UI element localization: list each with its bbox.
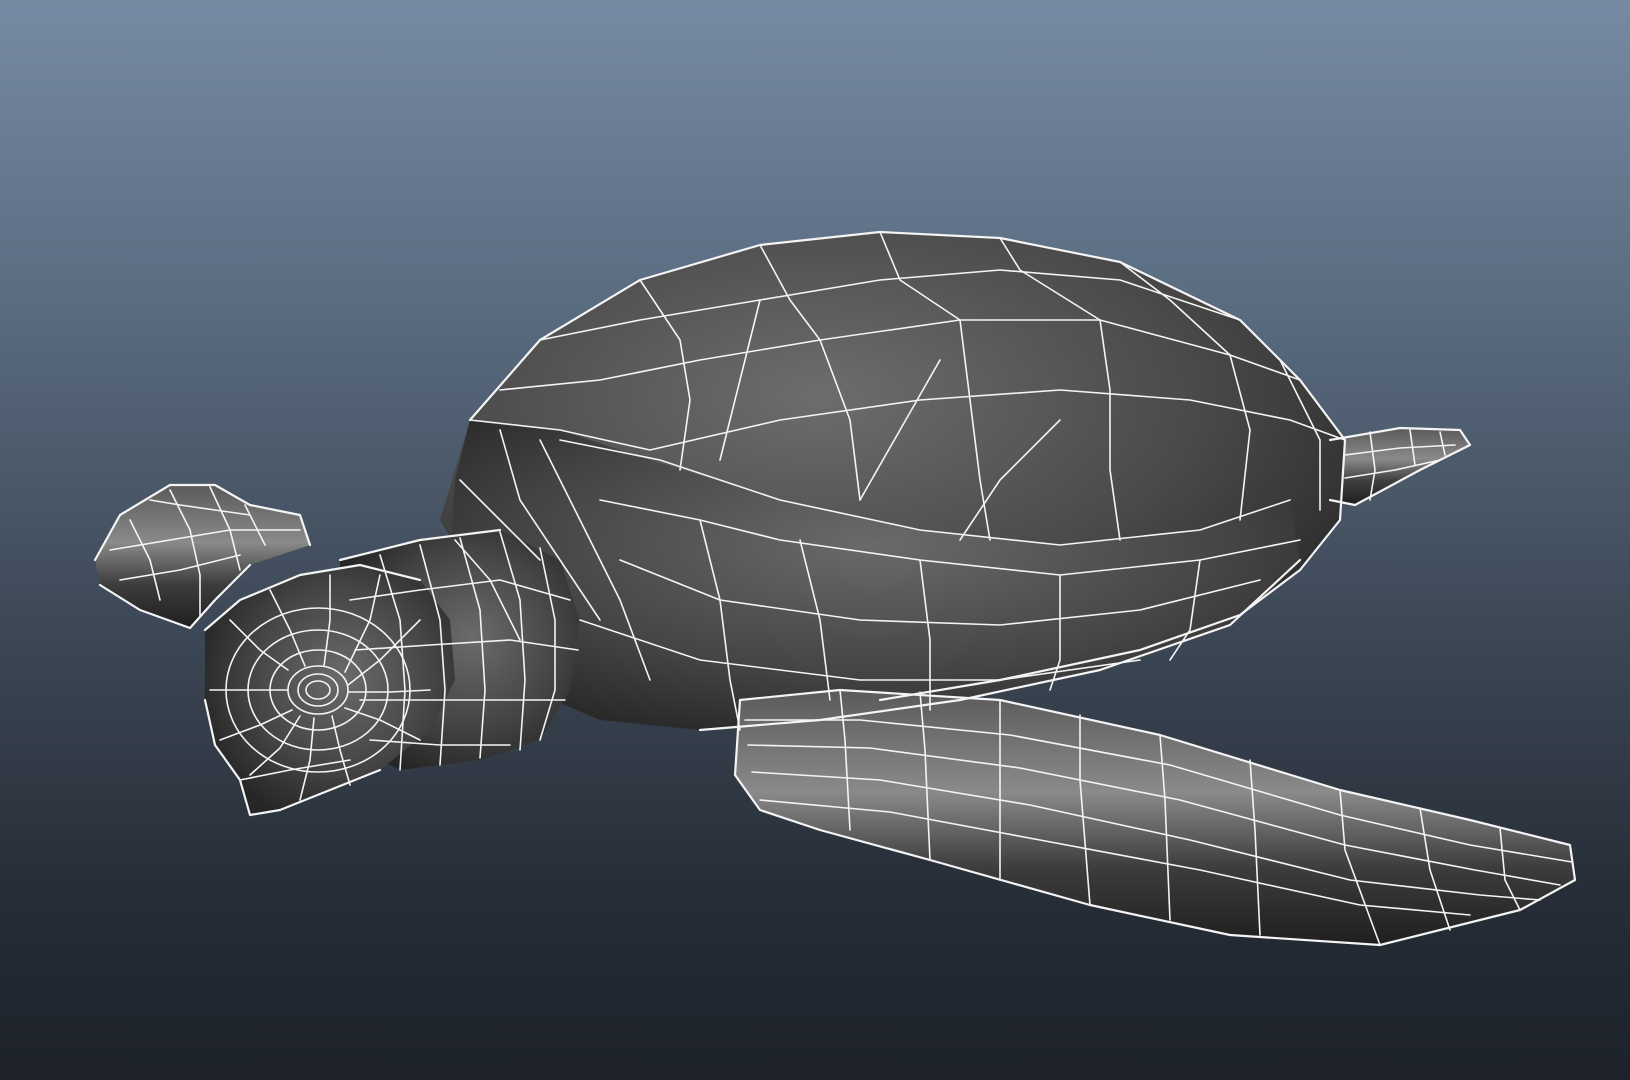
turtle-model[interactable] [93,230,1577,947]
3d-viewport[interactable] [0,0,1630,1080]
viewport-canvas [93,230,1577,947]
back-flipper-right [1330,428,1470,505]
front-flipper-right [735,690,1575,945]
